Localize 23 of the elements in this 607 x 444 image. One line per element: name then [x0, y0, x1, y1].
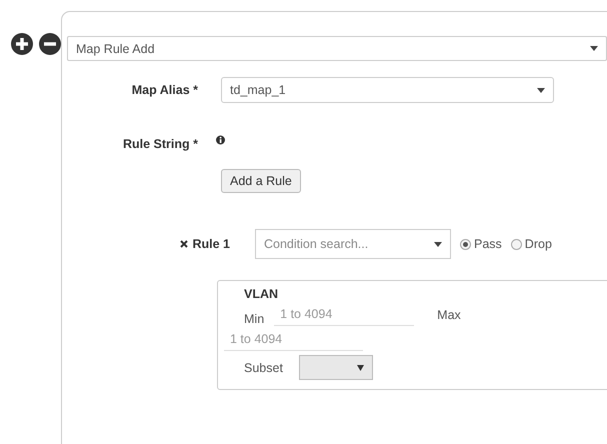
caret-icon — [356, 364, 364, 370]
caret-icon — [434, 242, 442, 246]
rule-label: Rule 1 — [192, 237, 230, 251]
radio-option[interactable]: Pass — [460, 237, 502, 251]
max-input[interactable]: 1 to 4094 — [224, 332, 363, 351]
minus-circle-icon[interactable] — [39, 33, 61, 55]
min-input[interactable]: 1 to 4094 — [274, 307, 414, 326]
caret-icon — [537, 88, 545, 92]
max-label: Max — [437, 308, 461, 324]
field-label: Rule String * — [122, 137, 198, 151]
close-icon[interactable] — [180, 240, 188, 248]
plus-circle-icon[interactable] — [11, 33, 33, 55]
info-icon — [216, 135, 225, 145]
condition-title: VLAN — [244, 287, 280, 301]
add-rule-button[interactable]: Add a Rule — [221, 169, 301, 193]
caret-icon — [590, 46, 598, 51]
subset-label: Subset — [244, 360, 283, 374]
map-alias-select[interactable]: td_map_1 — [221, 77, 554, 103]
condition-search-select[interactable]: Condition search... — [255, 229, 451, 259]
field-label: Map Alias * — [130, 83, 198, 97]
radio-option[interactable]: Drop — [510, 237, 552, 251]
min-label: Min — [244, 312, 264, 326]
rule-type-select[interactable]: Map Rule Add — [67, 36, 607, 61]
